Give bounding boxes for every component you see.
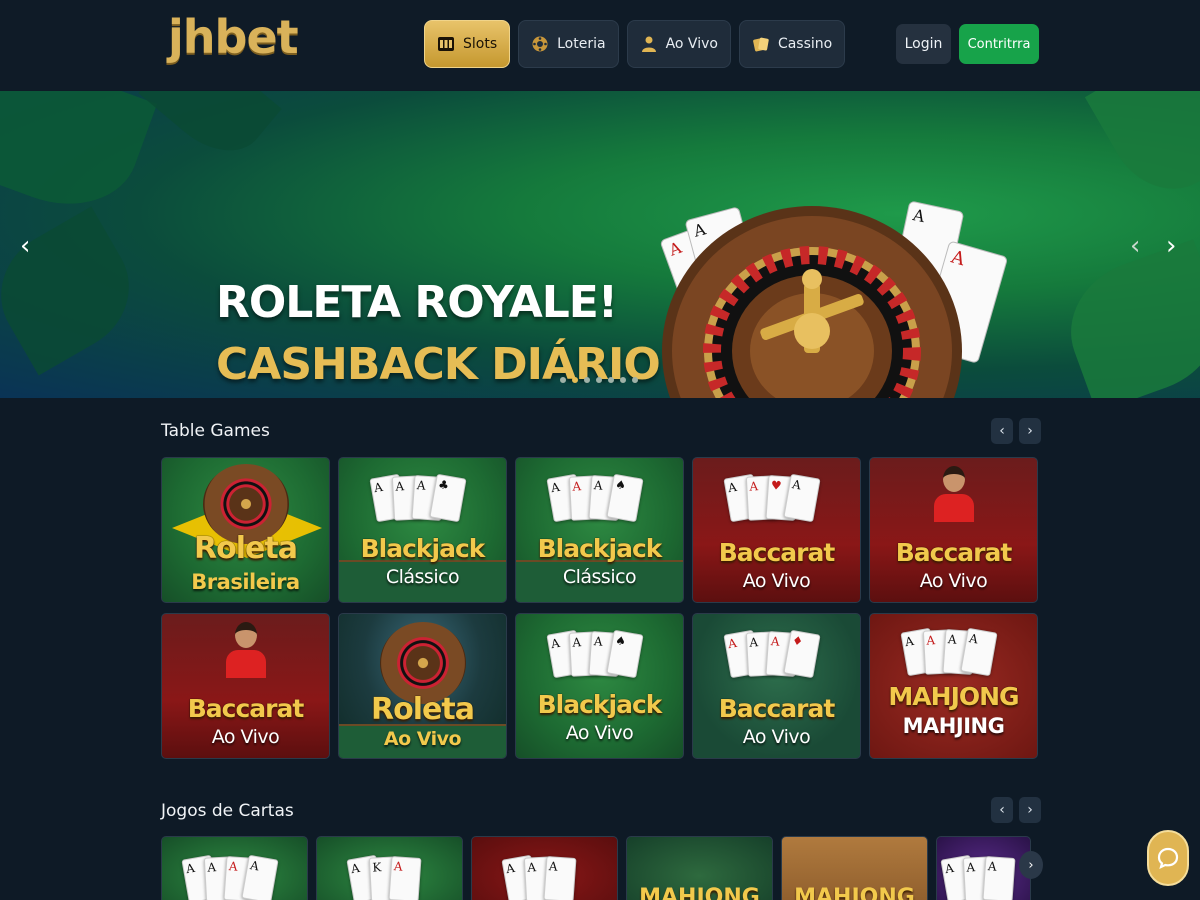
signup-button[interactable]: Contritrra [959, 24, 1039, 64]
cards-icon [753, 37, 769, 52]
banner-dot-active[interactable] [572, 377, 578, 383]
banner-next-arrow[interactable]: › [1166, 231, 1176, 261]
nav-slots-label: Slots [463, 36, 498, 52]
card-games-prev-button[interactable]: ‹ [991, 797, 1013, 823]
slots-icon [438, 37, 454, 51]
main-nav: Slots Loteria Ao Vivo Cassino [424, 20, 846, 68]
game-title: Baccarat [718, 538, 836, 567]
tile-title: MAHJONG [794, 885, 915, 900]
game-title: MAHJONG [888, 682, 1019, 711]
game-card-baccarat-ao-vivo[interactable]: A A A ♦ Baccarat Ao Vivo [692, 613, 861, 759]
game-card-mahjong[interactable]: AAAA MAHJONG MAHJING [869, 613, 1038, 759]
banner-prev-arrow-right-ghost: ‹ [1130, 231, 1141, 261]
game-title: Roleta [194, 531, 298, 566]
table-games-scroll-controls: ‹ › [991, 418, 1041, 444]
palm-leaf-decoration [138, 91, 282, 171]
playing-cards-icon: AKA [345, 854, 421, 900]
banner-pagination [560, 377, 638, 383]
game-subtitle: Ao Vivo [211, 726, 280, 748]
card-games-next-button[interactable]: › [1019, 797, 1041, 823]
dealer-avatar [225, 622, 266, 678]
nav-ao-vivo-label: Ao Vivo [665, 36, 718, 52]
banner-dot[interactable] [560, 377, 566, 383]
site-logo[interactable]: jhbet [168, 10, 299, 64]
card-games-row: AAAA AKA AAA MAHJONG MAHJONG AAA [161, 836, 1031, 900]
top-header: jhbet Slots Loteria Ao Vivo Cassino Logi… [0, 0, 1200, 90]
table-games-prev-button[interactable]: ‹ [991, 418, 1013, 444]
game-card-roleta-brasileira[interactable]: Roleta Brasileira [161, 457, 330, 603]
chat-bubble-icon [1157, 847, 1179, 870]
playing-cards-icon: AAA [500, 854, 576, 900]
playing-cards-icon: A A A ♦ [722, 629, 821, 679]
game-title: Blackjack [537, 690, 663, 719]
game-title: Baccarat [187, 694, 305, 723]
banner-dot[interactable] [596, 377, 602, 383]
game-subtitle: Ao Vivo [565, 722, 634, 744]
game-card-baccarat-ao-vivo[interactable]: A A ♥ A Baccarat Ao Vivo [692, 457, 861, 603]
card-games-scroll-right-button[interactable]: › [1019, 851, 1043, 879]
game-title: Blackjack [360, 534, 486, 563]
dealer-avatar [933, 466, 974, 522]
banner-prev-arrow[interactable]: ‹ [20, 231, 30, 261]
game-card-roleta-ao-vivo[interactable]: Roleta Ao Vivo [338, 613, 507, 759]
game-subtitle: Ao Vivo [383, 728, 462, 750]
lottery-ball-icon [532, 36, 548, 52]
nav-slots-button[interactable]: Slots [424, 20, 511, 68]
login-button[interactable]: Login [896, 24, 951, 64]
live-chat-button[interactable] [1147, 830, 1189, 886]
playing-cards-icon: AAAA [180, 854, 279, 900]
game-title: Blackjack [537, 534, 663, 563]
palm-leaf-decoration [1052, 239, 1200, 398]
nav-loteria-button[interactable]: Loteria [518, 20, 619, 68]
playing-cards-icon: AAAA [899, 627, 998, 677]
game-title: Roleta [371, 692, 475, 727]
nav-cassino-button[interactable]: Cassino [738, 20, 846, 68]
card-games-scroll-controls: ‹ › [991, 797, 1041, 823]
banner-dot[interactable] [608, 377, 614, 383]
section-title-table-games: Table Games [161, 421, 270, 441]
card-game-tile-mahjong[interactable]: MAHJONG [781, 836, 928, 900]
game-card-blackjack-classico[interactable]: A A A ♠ Blackjack Clássico [515, 457, 684, 603]
card-game-tile[interactable]: AAAA [161, 836, 308, 900]
banner-dot[interactable] [632, 377, 638, 383]
game-subtitle: Ao Vivo [742, 726, 811, 748]
game-subtitle: Brasileira [191, 570, 300, 594]
game-card-blackjack-classico[interactable]: A A A ♣ Blackjack Clássico [338, 457, 507, 603]
card-game-tile[interactable]: AAA [936, 836, 1031, 900]
game-subtitle: Clássico [385, 566, 460, 588]
game-card-baccarat-ao-vivo[interactable]: Baccarat Ao Vivo [161, 613, 330, 759]
hero-banner[interactable]: A A A A ROLETA ROYALE! CASHBACK DIÁRIO ‹… [0, 91, 1200, 398]
game-title: Baccarat [718, 694, 836, 723]
page: jhbet Slots Loteria Ao Vivo Cassino Logi… [0, 0, 1200, 900]
playing-cards-icon: A A A ♣ [368, 473, 467, 523]
nav-loteria-label: Loteria [557, 36, 606, 52]
playing-cards-icon: A A A ♠ [545, 473, 644, 523]
game-title: Baccarat [895, 538, 1013, 567]
game-subtitle: MAHJING [902, 714, 1005, 738]
roulette-wheel-illustration: A A A A [660, 201, 1007, 398]
card-game-tile[interactable]: AKA [316, 836, 463, 900]
nav-cassino-label: Cassino [777, 36, 833, 52]
card-game-tile-mahjong[interactable]: MAHJONG [626, 836, 773, 900]
game-card-baccarat-ao-vivo[interactable]: Baccarat Ao Vivo [869, 457, 1038, 603]
playing-cards-icon: A A ♥ A [722, 473, 821, 523]
banner-dot[interactable] [584, 377, 590, 383]
card-game-tile[interactable]: AAA [471, 836, 618, 900]
table-games-next-button[interactable]: › [1019, 418, 1041, 444]
tile-title: MAHJONG [639, 885, 760, 900]
game-subtitle: Ao Vivo [919, 570, 988, 592]
palm-leaf-decoration [0, 91, 158, 227]
banner-headline: ROLETA ROYALE! [216, 277, 618, 328]
section-title-card-games: Jogos de Cartas [161, 801, 294, 821]
table-games-grid: Roleta Brasileira A A A ♣ Blackjack Clássic… [161, 457, 1039, 759]
game-subtitle: Ao Vivo [742, 570, 811, 592]
game-subtitle: Clássico [562, 566, 637, 588]
game-card-blackjack-ao-vivo[interactable]: A A A ♠ Blackjack Ao Vivo [515, 613, 684, 759]
playing-cards-icon: A A A ♠ [545, 629, 644, 679]
nav-ao-vivo-button[interactable]: Ao Vivo [626, 20, 731, 68]
live-dealer-icon [641, 36, 656, 52]
palm-leaf-decoration [1084, 91, 1200, 210]
banner-dot[interactable] [620, 377, 626, 383]
playing-cards-icon: AAA [939, 854, 1015, 900]
